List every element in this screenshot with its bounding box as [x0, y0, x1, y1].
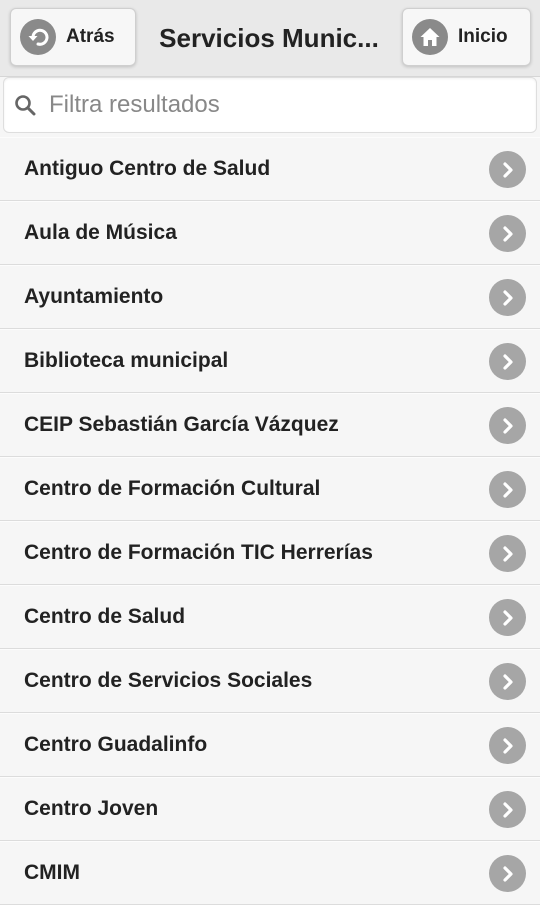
- chevron-right-icon: [489, 279, 526, 316]
- list-item[interactable]: Centro de Servicios Sociales: [0, 649, 540, 713]
- list-item-label: CEIP Sebastián García Vázquez: [24, 413, 339, 436]
- list-item-label: Antiguo Centro de Salud: [24, 157, 271, 180]
- back-button-label: Atrás: [66, 26, 115, 47]
- search-icon: [13, 93, 37, 117]
- list-item[interactable]: Centro Guadalinfo: [0, 713, 540, 777]
- back-button[interactable]: Atrás: [10, 8, 136, 66]
- list-item-label: Centro de Formación TIC Herrerías: [24, 541, 373, 564]
- list-item[interactable]: Ayuntamiento: [0, 265, 540, 329]
- chevron-right-icon: [489, 727, 526, 764]
- chevron-right-icon: [489, 151, 526, 188]
- search-input[interactable]: [49, 91, 509, 119]
- chevron-right-icon: [489, 343, 526, 380]
- chevron-right-icon: [489, 407, 526, 444]
- chevron-right-icon: [489, 471, 526, 508]
- list-item-label: Centro de Salud: [24, 605, 186, 628]
- list-item[interactable]: CEIP Sebastián García Vázquez: [0, 393, 540, 457]
- list-item[interactable]: CMIM: [0, 841, 540, 905]
- header-bar: Atrás Servicios Munic... Inicio: [0, 0, 540, 77]
- home-button[interactable]: Inicio: [402, 8, 531, 66]
- chevron-right-icon: [489, 535, 526, 572]
- arrow-left-icon: [20, 19, 56, 55]
- list-item-label: Centro de Formación Cultural: [24, 477, 321, 500]
- list-item-label: Centro de Servicios Sociales: [24, 669, 313, 692]
- list-item-label: Biblioteca municipal: [24, 349, 229, 372]
- list-item[interactable]: Centro Joven: [0, 777, 540, 841]
- search-bar: [3, 77, 537, 133]
- list-item[interactable]: Aula de Música: [0, 201, 540, 265]
- list-item[interactable]: Centro de Salud: [0, 585, 540, 649]
- page-title: Servicios Munic...: [159, 22, 379, 53]
- list-item[interactable]: Centro de Formación TIC Herrerías: [0, 521, 540, 585]
- chevron-right-icon: [489, 215, 526, 252]
- chevron-right-icon: [489, 791, 526, 828]
- chevron-right-icon: [489, 599, 526, 636]
- list-item-label: Ayuntamiento: [24, 285, 164, 308]
- list-item-label: CMIM: [24, 861, 80, 884]
- list-item[interactable]: Antiguo Centro de Salud: [0, 137, 540, 201]
- home-button-label: Inicio: [458, 26, 508, 47]
- list-item-label: Centro Guadalinfo: [24, 733, 208, 756]
- services-list: Antiguo Centro de Salud Aula de Música A…: [0, 137, 540, 905]
- list-item-label: Centro Joven: [24, 797, 159, 820]
- list-item-label: Aula de Música: [24, 221, 177, 244]
- list-item[interactable]: Centro de Formación Cultural: [0, 457, 540, 521]
- chevron-right-icon: [489, 855, 526, 892]
- home-icon: [412, 19, 448, 55]
- list-item[interactable]: Biblioteca municipal: [0, 329, 540, 393]
- chevron-right-icon: [489, 663, 526, 700]
